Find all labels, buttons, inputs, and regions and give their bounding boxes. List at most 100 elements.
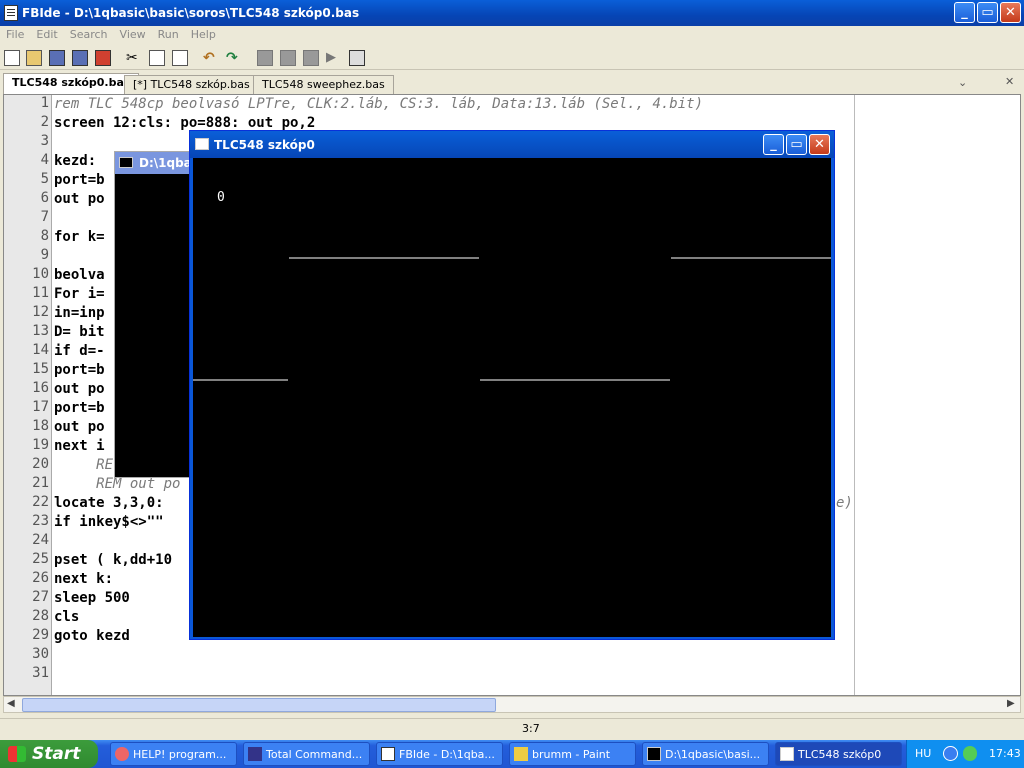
line-number: 5	[40, 171, 49, 187]
scroll-right-icon[interactable]: ▶	[1007, 698, 1015, 709]
fbide-app-icon	[4, 5, 18, 21]
line-number: 10	[32, 266, 49, 282]
console-icon	[647, 747, 661, 761]
output-icon[interactable]	[349, 50, 365, 66]
line-number: 1	[40, 95, 49, 111]
tab-szkop0[interactable]: TLC548 szkóp0.bas	[3, 73, 140, 94]
tab-list-chevron-icon[interactable]: ⌄	[958, 76, 967, 89]
console-window-back[interactable]: D:\1qbasic\basic\soros\TLC548 szkóp0.exe	[114, 151, 195, 478]
language-indicator[interactable]: HU	[915, 747, 931, 760]
line-number: 31	[32, 665, 49, 681]
stop-icon[interactable]	[303, 50, 319, 66]
taskbar-firefox[interactable]: HELP! program...	[110, 742, 237, 766]
save-all-icon[interactable]	[72, 50, 88, 66]
code-line: pset ( k,dd+10	[54, 552, 173, 568]
line-number: 17	[32, 399, 49, 415]
taskbar-fbide[interactable]: FBIde - D:\1qba...	[376, 742, 503, 766]
line-number: 26	[32, 570, 49, 586]
redo-icon[interactable]: ↷	[226, 50, 242, 66]
taskbar-console-back[interactable]: D:\1qbasic\basi...	[642, 742, 769, 766]
menu-help[interactable]: Help	[185, 26, 222, 41]
line-number: 22	[32, 494, 49, 510]
line-number: 30	[32, 646, 49, 662]
maximize-button[interactable]: ▭	[977, 2, 998, 23]
code-line: next k:	[54, 571, 114, 587]
start-button[interactable]: Start	[0, 740, 98, 768]
menu-search[interactable]: Search	[64, 26, 114, 41]
paste-icon[interactable]	[172, 50, 188, 66]
tab-sweephez[interactable]: TLC548 sweephez.bas	[253, 75, 394, 94]
line-number: 21	[32, 475, 49, 491]
code-line: rem TLC 548cp beolvasó LPTre, CLK:2.láb,…	[54, 96, 704, 112]
menu-view[interactable]: View	[114, 26, 152, 41]
code-line: sleep 500	[54, 590, 130, 606]
code-line: port=b	[54, 362, 105, 378]
line-number: 24	[32, 532, 49, 548]
code-line: cls	[54, 609, 80, 625]
title-bar[interactable]: FBIde - D:\1qbasic\basic\soros\TLC548 sz…	[0, 0, 1024, 26]
line-number: 8	[40, 228, 49, 244]
close-tab-icon[interactable]: ✕	[1005, 75, 1014, 88]
copy-icon[interactable]	[149, 50, 165, 66]
taskbar-console-front[interactable]: TLC548 szkóp0	[775, 742, 902, 766]
code-line: locate 3,3,0:	[54, 495, 164, 511]
taskbar-total-commander[interactable]: Total Command...	[243, 742, 370, 766]
code-line: in=inp	[54, 305, 105, 321]
minimize-button[interactable]: _	[954, 2, 975, 23]
new-file-icon[interactable]	[4, 50, 20, 66]
tray-arrow-icon[interactable]	[943, 746, 958, 761]
code-line: For i=	[54, 286, 105, 302]
console-icon	[119, 157, 133, 168]
line-number: 15	[32, 361, 49, 377]
toolbar: ✂ ↶ ↷ ▶	[0, 46, 1024, 70]
scroll-left-icon[interactable]: ◀	[7, 698, 15, 709]
system-tray: HU 17:43	[906, 740, 1024, 768]
tab-szkop[interactable]: [*] TLC548 szkóp.bas	[124, 75, 259, 94]
status-bar: 3:7	[0, 718, 1024, 739]
console-minimize-button[interactable]: _	[763, 134, 784, 155]
console-close-button[interactable]: ✕	[809, 134, 830, 155]
line-number: 6	[40, 190, 49, 206]
line-number: 25	[32, 551, 49, 567]
line-number: 20	[32, 456, 49, 472]
menu-file[interactable]: File	[0, 26, 30, 41]
console-window-front[interactable]: TLC548 szkóp0 _ ▭ ✕ 0	[189, 130, 835, 640]
paint-icon	[514, 747, 528, 761]
compile-icon[interactable]	[257, 50, 273, 66]
compile-run-icon[interactable]	[280, 50, 296, 66]
line-number: 18	[32, 418, 49, 434]
line-number: 4	[40, 152, 49, 168]
run-icon[interactable]: ▶	[326, 50, 342, 66]
taskbar-label: Total Command...	[266, 748, 363, 761]
code-line: D= bit	[54, 324, 105, 340]
code-line: next i	[54, 438, 105, 454]
close-button[interactable]: ✕	[1000, 2, 1021, 23]
close-file-icon[interactable]	[95, 50, 111, 66]
console-front-title: TLC548 szkóp0	[214, 138, 315, 152]
code-line: out po	[54, 419, 105, 435]
menu-edit[interactable]: Edit	[30, 26, 63, 41]
code-line: port=b	[54, 172, 105, 188]
taskbar-paint[interactable]: brumm - Paint	[509, 742, 636, 766]
taskbar-label: D:\1qbasic\basi...	[665, 748, 761, 761]
code-line: port=b	[54, 400, 105, 416]
save-icon[interactable]	[49, 50, 65, 66]
undo-icon[interactable]: ↶	[203, 50, 219, 66]
taskbar-label: brumm - Paint	[532, 748, 611, 761]
horizontal-scrollbar[interactable]: ◀ ▶	[3, 696, 1021, 713]
console-maximize-button[interactable]: ▭	[786, 134, 807, 155]
code-line: if d=-	[54, 343, 105, 359]
cut-icon[interactable]: ✂	[126, 50, 142, 66]
scroll-thumb[interactable]	[22, 698, 496, 712]
console-front-titlebar[interactable]: TLC548 szkóp0 _ ▭ ✕	[190, 131, 834, 158]
window-title: FBIde - D:\1qbasic\basic\soros\TLC548 sz…	[22, 6, 360, 20]
open-file-icon[interactable]	[26, 50, 42, 66]
line-number: 13	[32, 323, 49, 339]
line-number: 11	[32, 285, 49, 301]
line-number: 19	[32, 437, 49, 453]
line-number: 27	[32, 589, 49, 605]
messenger-icon[interactable]	[963, 746, 977, 761]
windows-logo-icon	[8, 746, 26, 762]
line-number: 9	[40, 247, 49, 263]
menu-run[interactable]: Run	[152, 26, 185, 41]
